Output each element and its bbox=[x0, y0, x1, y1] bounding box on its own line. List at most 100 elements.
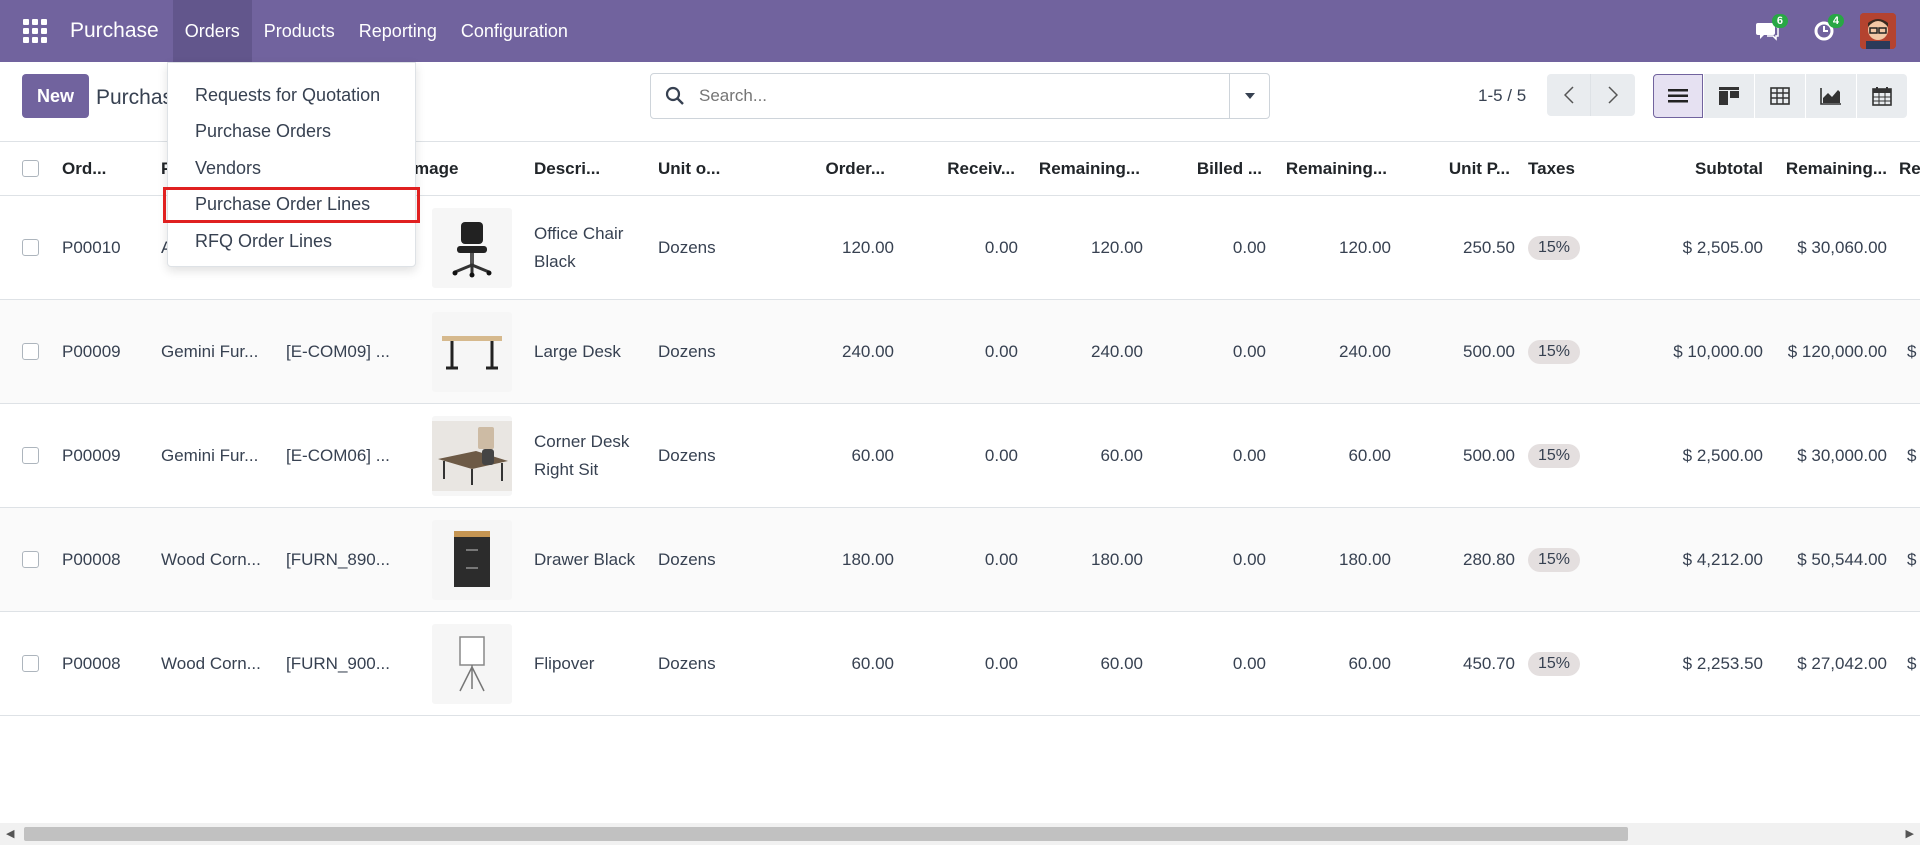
row-checkbox[interactable] bbox=[22, 551, 39, 568]
order-ref: P00008 bbox=[62, 653, 121, 673]
extra-column-value: $ bbox=[1907, 341, 1917, 361]
row-checkbox[interactable] bbox=[22, 655, 39, 672]
col-remaining-received[interactable]: Remaining... bbox=[1015, 142, 1140, 195]
scroll-right-icon[interactable]: ▶ bbox=[1906, 827, 1914, 840]
received-qty: 0.00 bbox=[984, 341, 1018, 361]
menu-products[interactable]: Products bbox=[252, 0, 347, 62]
remaining-billed: 240.00 bbox=[1339, 341, 1391, 361]
unit-price: 500.00 bbox=[1463, 341, 1515, 361]
order-ref: P00008 bbox=[62, 549, 121, 569]
table-row[interactable]: P00009 Gemini Fur... [E-COM09] ... Large De… bbox=[0, 300, 1920, 404]
taxes-cell: 15% bbox=[1528, 404, 1608, 507]
tax-badge: 15% bbox=[1528, 339, 1581, 364]
list-icon bbox=[1668, 89, 1688, 103]
table-row[interactable]: P00008 Wood Corn... [FURN_890... Drawer Bla… bbox=[0, 508, 1920, 612]
pager-value[interactable]: 1-5 / 5 bbox=[1478, 86, 1526, 106]
product-image[interactable] bbox=[432, 311, 512, 392]
remaining-received: 60.00 bbox=[1100, 445, 1143, 465]
extra-column-value: $ bbox=[1907, 549, 1917, 569]
tax-badge: 15% bbox=[1528, 443, 1581, 468]
calendar-icon bbox=[1872, 87, 1892, 106]
remaining-amount: $ 30,060.00 bbox=[1797, 237, 1887, 257]
app-name[interactable]: Purchase bbox=[70, 19, 159, 43]
pivot-view-button[interactable] bbox=[1755, 74, 1805, 118]
subtotal: $ 4,212.00 bbox=[1682, 549, 1763, 569]
row-checkbox[interactable] bbox=[22, 343, 39, 360]
row-checkbox-cell bbox=[22, 300, 42, 403]
main-menu: Orders Products Reporting Configuration bbox=[172, 0, 580, 62]
scrollbar-thumb[interactable] bbox=[24, 827, 1628, 841]
menu-item-purchase-order-lines[interactable]: Purchase Order Lines bbox=[163, 186, 420, 223]
pager-next-button[interactable] bbox=[1591, 74, 1635, 116]
billed-qty: 0.00 bbox=[1232, 237, 1266, 257]
remaining-received: 60.00 bbox=[1100, 653, 1143, 673]
product-name: [FURN_890... bbox=[286, 549, 390, 569]
menu-reporting[interactable]: Reporting bbox=[347, 0, 449, 62]
product-image[interactable] bbox=[432, 519, 512, 600]
col-billed-qty[interactable]: Billed ... bbox=[1150, 142, 1262, 195]
product-image[interactable] bbox=[432, 623, 512, 704]
activities-icon[interactable]: 4 bbox=[1796, 0, 1852, 62]
menu-item-purchase-orders[interactable]: Purchase Orders bbox=[168, 114, 415, 151]
remaining-billed: 60.00 bbox=[1348, 653, 1391, 673]
col-remaining-billed[interactable]: Remaining... bbox=[1265, 142, 1387, 195]
col-taxes[interactable]: Taxes bbox=[1528, 142, 1608, 195]
remaining-amount: $ 120,000.00 bbox=[1787, 341, 1887, 361]
search-options-toggle[interactable] bbox=[1229, 74, 1269, 118]
search-icon bbox=[651, 86, 699, 106]
table-row[interactable]: P00008 Wood Corn... [FURN_900... Flipover Do… bbox=[0, 612, 1920, 716]
ordered-qty: 60.00 bbox=[851, 653, 894, 673]
caret-down-icon bbox=[1244, 93, 1255, 99]
col-order[interactable]: Ord... bbox=[62, 142, 147, 195]
col-extra[interactable]: Re bbox=[1899, 142, 1920, 195]
product-image[interactable] bbox=[432, 207, 512, 288]
col-ordered-qty[interactable]: Order... bbox=[770, 142, 885, 195]
row-checkbox-cell bbox=[22, 404, 42, 507]
menu-configuration[interactable]: Configuration bbox=[449, 0, 580, 62]
messages-icon[interactable]: 6 bbox=[1740, 0, 1796, 62]
col-subtotal[interactable]: Subtotal bbox=[1620, 142, 1763, 195]
table-body: P00010AOffice Chair BlackDozens120.000.0… bbox=[0, 196, 1920, 716]
billed-qty: 0.00 bbox=[1232, 653, 1266, 673]
menu-orders[interactable]: Orders bbox=[172, 0, 252, 62]
col-image[interactable]: mage bbox=[414, 142, 494, 195]
menu-item-rfq-order-lines[interactable]: RFQ Order Lines bbox=[168, 223, 415, 260]
view-switcher bbox=[1652, 74, 1907, 118]
remaining-received: 120.00 bbox=[1091, 237, 1143, 257]
select-all-checkbox[interactable] bbox=[22, 160, 39, 177]
product-name: [E-COM06] ... bbox=[286, 445, 390, 465]
subtotal: $ 2,500.00 bbox=[1682, 445, 1763, 465]
col-description[interactable]: Descri... bbox=[534, 142, 644, 195]
remaining-billed: 120.00 bbox=[1339, 237, 1391, 257]
user-avatar[interactable] bbox=[1860, 13, 1896, 49]
product-image-cell bbox=[432, 404, 514, 507]
col-remaining-amount[interactable]: Remaining... bbox=[1770, 142, 1887, 195]
list-view-button[interactable] bbox=[1653, 74, 1703, 118]
kanban-view-button[interactable] bbox=[1704, 74, 1754, 118]
calendar-view-button[interactable] bbox=[1857, 74, 1907, 118]
graph-view-button[interactable] bbox=[1806, 74, 1856, 118]
col-received-qty[interactable]: Receiv... bbox=[900, 142, 1015, 195]
search-input[interactable] bbox=[699, 86, 1229, 106]
col-unit[interactable]: Unit o... bbox=[658, 142, 758, 195]
apps-menu-icon[interactable] bbox=[0, 0, 70, 62]
remaining-amount: $ 50,544.00 bbox=[1797, 549, 1887, 569]
row-checkbox[interactable] bbox=[22, 447, 39, 464]
menu-item-vendors[interactable]: Vendors bbox=[168, 150, 415, 187]
remaining-amount: $ 30,000.00 bbox=[1797, 445, 1887, 465]
horizontal-scrollbar[interactable]: ◀ ▶ bbox=[0, 823, 1920, 845]
row-checkbox[interactable] bbox=[22, 239, 39, 256]
new-button[interactable]: New bbox=[22, 74, 89, 118]
pager-previous-button[interactable] bbox=[1547, 74, 1591, 116]
menu-item-rfq[interactable]: Requests for Quotation bbox=[168, 77, 415, 114]
vendor-name: Wood Corn... bbox=[161, 549, 261, 569]
scroll-left-icon[interactable]: ◀ bbox=[6, 827, 14, 840]
table-row[interactable]: P00009 Gemini Fur... [E-COM06] ... Corner D… bbox=[0, 404, 1920, 508]
product-image[interactable] bbox=[432, 415, 512, 496]
description: Corner Desk Right Sit bbox=[534, 431, 630, 479]
ordered-qty: 240.00 bbox=[842, 341, 894, 361]
unit-of-measure: Dozens bbox=[658, 653, 716, 673]
tax-badge: 15% bbox=[1528, 235, 1581, 260]
tax-badge: 15% bbox=[1528, 547, 1581, 572]
col-unit-price[interactable]: Unit P... bbox=[1400, 142, 1510, 195]
